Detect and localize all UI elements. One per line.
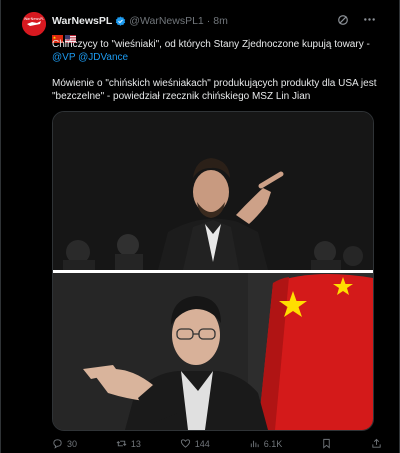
bookmark-icon [323,438,330,449]
author-handle[interactable]: @WarNewsPL1 [129,15,203,27]
avatar[interactable]: WarNewsPL [22,12,46,36]
more-icon[interactable] [363,13,376,26]
top-photo-man-pointing[interactable] [53,112,373,270]
mention-vp[interactable]: @VP [52,52,75,63]
tweet-actions: 30 13 144 6.1K [52,438,382,449]
tweet-text: Chińczycy to "wieśniaki", od których Sta… [52,38,382,103]
bookmark-button[interactable] [321,438,332,449]
avatar-logo-text: WarNewsPL [24,17,44,21]
repost-icon [116,440,127,447]
usa-flag-icon [65,30,76,43]
reply-icon [53,439,62,449]
avatar-logo-icon: WarNewsPL [22,12,46,36]
tweet-media[interactable] [52,111,374,431]
repost-count: 13 [130,438,141,449]
china-flag-icon [52,30,63,43]
views-icon [250,440,259,448]
share-button[interactable] [371,438,382,449]
reply-button[interactable]: 30 [52,438,77,449]
tweet-text-line-3: "bezczelne" - powiedział rzecznik chińsk… [52,91,311,102]
mention-line: @VP @JDVance [52,51,382,64]
bottom-photo-spokesman[interactable] [53,273,373,430]
repost-button[interactable]: 13 [116,438,141,449]
share-icon [372,438,381,448]
top-photo-illustration [53,112,373,270]
like-count: 144 [194,438,210,449]
tweet-time[interactable]: 8m [213,15,228,27]
tweet-text-line-1: Chińczycy to "wieśniaki", od których Sta… [52,39,370,50]
header-separator: · [206,15,211,27]
views-button[interactable]: 6.1K [249,438,283,449]
author-name[interactable]: WarNewsPL [52,15,112,27]
flag-row [52,30,76,43]
like-icon [180,439,190,448]
views-count: 6.1K [263,438,283,449]
header-icons [336,13,376,26]
mention-jdvance[interactable]: @JDVance [78,52,128,63]
reply-count: 30 [67,438,78,449]
tweet-header: WarNewsPL @WarNewsPL1 · 8m [52,14,228,28]
tweet-text-line-2: Mówienie o "chińskich wieśniakach" produ… [52,78,377,89]
bottom-photo-illustration [53,273,373,430]
grok-icon[interactable] [336,13,349,26]
like-button[interactable]: 144 [180,438,210,449]
verified-badge-icon [115,16,126,27]
frame-border-left [0,0,1,453]
